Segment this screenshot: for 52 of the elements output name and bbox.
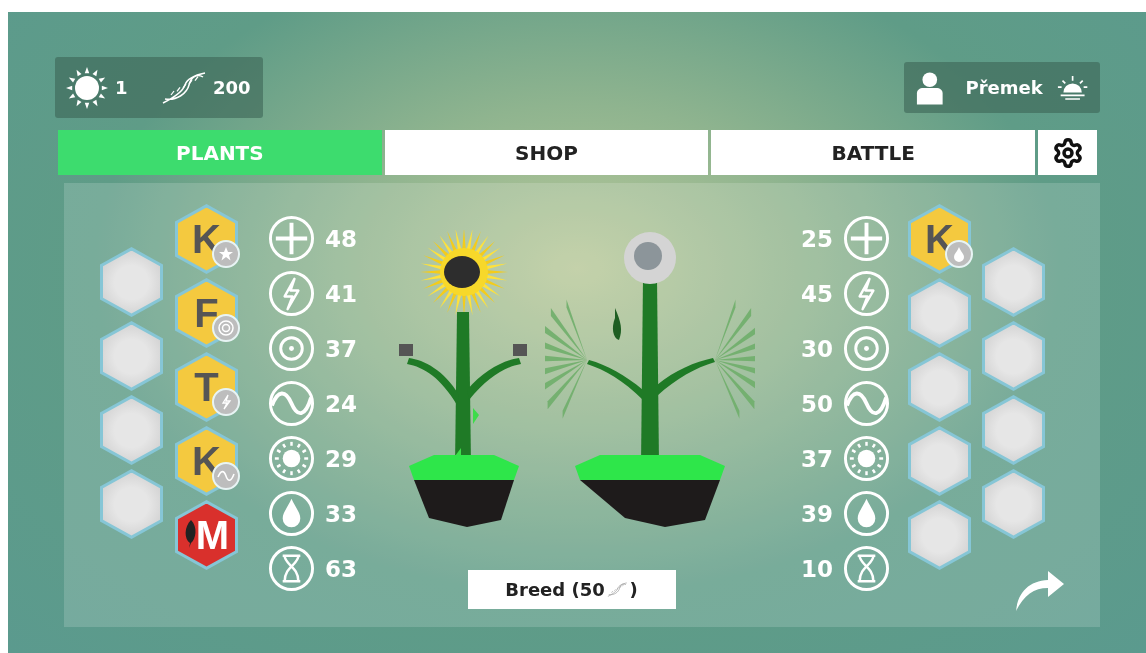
bolt-stat-icon <box>268 270 315 317</box>
stat-value: 24 <box>325 390 357 417</box>
sun-icon <box>65 65 109 110</box>
drop-stat-icon <box>268 490 315 537</box>
stat-value: 33 <box>325 500 357 527</box>
dna-icon <box>161 70 207 105</box>
user-name: Přemek <box>965 77 1043 98</box>
drop-icon <box>953 246 965 262</box>
target-icon <box>217 319 235 337</box>
stat-value: 50 <box>801 390 833 417</box>
stat-value: 25 <box>801 225 833 252</box>
settings-icon <box>1051 136 1084 169</box>
plus-stat-icon <box>843 215 890 262</box>
dna-icon <box>606 581 628 598</box>
hourglass-stat-icon <box>268 545 315 592</box>
stat-value: 45 <box>801 280 833 307</box>
stat-value: 48 <box>325 225 357 252</box>
gene-letter: T <box>194 364 219 410</box>
target-stat-icon <box>843 325 890 372</box>
sun-count: 1 <box>115 77 129 98</box>
user-icon <box>916 69 944 106</box>
leaf-icon <box>184 519 198 549</box>
stat-value: 37 <box>325 335 357 362</box>
gene-letter: M <box>195 512 230 558</box>
target-stat-icon <box>268 325 315 372</box>
gene-letter: F <box>194 290 219 336</box>
star-icon <box>218 246 234 262</box>
wave-icon <box>217 470 235 482</box>
plus-stat-icon <box>268 215 315 262</box>
sun-stat-icon <box>268 435 315 482</box>
tab[interactable]: SHOP <box>384 130 709 175</box>
settings-button[interactable] <box>1038 130 1097 175</box>
bolt-icon <box>220 394 232 410</box>
stat-value: 37 <box>801 445 833 472</box>
breed-button[interactable]: Breed (50 ) <box>467 570 676 609</box>
stat-value: 39 <box>801 500 833 527</box>
drop-stat-icon <box>843 490 890 537</box>
stat-value: 63 <box>325 555 357 582</box>
gene-tile[interactable]: F <box>175 278 238 348</box>
wave-stat-icon <box>268 380 315 427</box>
dna-count: 200 <box>213 77 251 98</box>
stat-value: 10 <box>801 555 833 582</box>
stat-value: 30 <box>801 335 833 362</box>
wave-stat-icon <box>843 380 890 427</box>
mutation-tile[interactable]: M <box>175 500 238 570</box>
bolt-stat-icon <box>843 270 890 317</box>
gene-tile[interactable]: T <box>175 352 238 422</box>
tab[interactable]: BATTLE <box>711 130 1035 175</box>
stat-value: 29 <box>325 445 357 472</box>
stat-value: 41 <box>325 280 357 307</box>
hourglass-stat-icon <box>843 545 890 592</box>
sun-stat-icon <box>843 435 890 482</box>
